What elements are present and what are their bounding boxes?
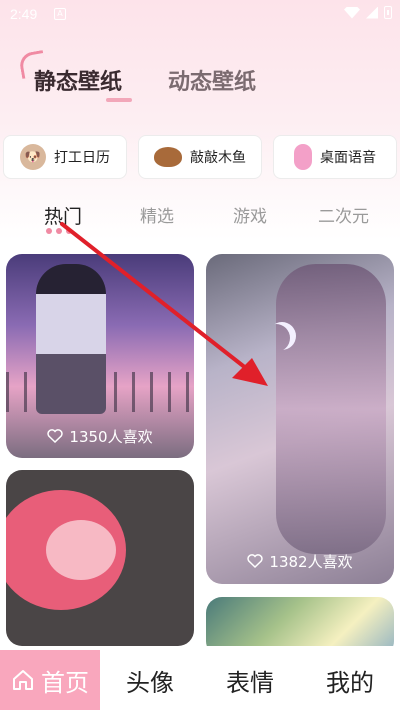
heart-icon <box>247 554 264 568</box>
wallpaper-card[interactable]: 1382人喜欢 <box>206 254 394 584</box>
battery-icon <box>384 6 392 19</box>
shortcut-label: 打工日历 <box>54 150 110 166</box>
nav-mine[interactable]: 我的 <box>300 650 400 710</box>
signal-icon <box>366 6 378 19</box>
home-icon <box>13 670 33 690</box>
wallpaper-card[interactable] <box>206 597 394 646</box>
nav-avatar-label: 头像 <box>126 668 174 697</box>
likes-count: 1350人喜欢 <box>69 428 153 446</box>
shortcut-desktop-voice[interactable]: 桌面语音 <box>273 135 397 179</box>
wifi-icon <box>344 6 360 19</box>
likes-label: 1350人喜欢 <box>6 426 194 447</box>
status-time: 2:49 <box>10 6 38 22</box>
tab-featured[interactable]: 精选 <box>140 202 174 227</box>
wallpaper-card[interactable] <box>6 470 194 646</box>
tab-decoration-icon <box>18 50 47 79</box>
tab-static-wallpaper-label: 静态壁纸 <box>34 70 123 95</box>
tab-games-label: 游戏 <box>233 207 267 227</box>
wallpaper-image-shape <box>46 520 116 580</box>
tab-featured-label: 精选 <box>140 207 174 227</box>
nav-home[interactable]: 首页 <box>0 650 100 710</box>
tab-games[interactable]: 游戏 <box>233 202 267 227</box>
tab-static-wallpaper[interactable]: 静态壁纸 <box>18 50 132 102</box>
tab-dynamic-wallpaper-label: 动态壁纸 <box>168 70 257 95</box>
wooden-fish-icon <box>154 147 182 167</box>
wallpaper-image-figure <box>276 264 386 554</box>
nav-avatar[interactable]: 头像 <box>100 650 200 710</box>
nav-home-label: 首页 <box>41 668 89 697</box>
tab-hot[interactable]: 热门 <box>44 202 83 234</box>
tab-hot-label: 热门 <box>44 206 83 228</box>
wallpaper-image-figure <box>36 264 106 414</box>
likes-count: 1382人喜欢 <box>269 553 353 571</box>
bottom-navigation: 首页 头像 表情 我的 <box>0 650 400 710</box>
app-notification-icon: A <box>54 8 66 20</box>
wallpaper-grid: 1350人喜欢 1382人喜欢 <box>0 254 400 646</box>
tab-anime[interactable]: 二次元 <box>318 202 369 227</box>
nav-mine-label: 我的 <box>326 668 374 697</box>
tab-anime-label: 二次元 <box>318 207 369 227</box>
tab-dynamic-wallpaper[interactable]: 动态壁纸 <box>168 64 256 96</box>
shortcut-wooden-fish[interactable]: 敲敲木鱼 <box>138 135 262 179</box>
category-tabs: 热门 精选 游戏 二次元 <box>0 196 400 236</box>
shortcut-label: 桌面语音 <box>320 150 376 166</box>
status-bar: 2:49 A <box>0 0 400 28</box>
nav-emoji-label: 表情 <box>226 668 274 697</box>
microphone-icon <box>294 144 312 170</box>
active-tab-indicator <box>46 228 76 234</box>
heart-icon <box>47 429 64 443</box>
wallpaper-card[interactable]: 1350人喜欢 <box>6 254 194 458</box>
moon-icon <box>262 324 290 352</box>
tab-active-indicator <box>106 98 132 102</box>
wallpaper-type-tabs: 静态壁纸 动态壁纸 <box>0 50 400 106</box>
shortcut-row: 🐶 打工日历 敲敲木鱼 桌面语音 <box>3 135 397 181</box>
shortcut-work-calendar[interactable]: 🐶 打工日历 <box>3 135 127 179</box>
nav-emoji[interactable]: 表情 <box>200 650 300 710</box>
shortcut-label: 敲敲木鱼 <box>190 150 246 166</box>
dog-icon: 🐶 <box>20 144 46 170</box>
likes-label: 1382人喜欢 <box>206 551 394 572</box>
